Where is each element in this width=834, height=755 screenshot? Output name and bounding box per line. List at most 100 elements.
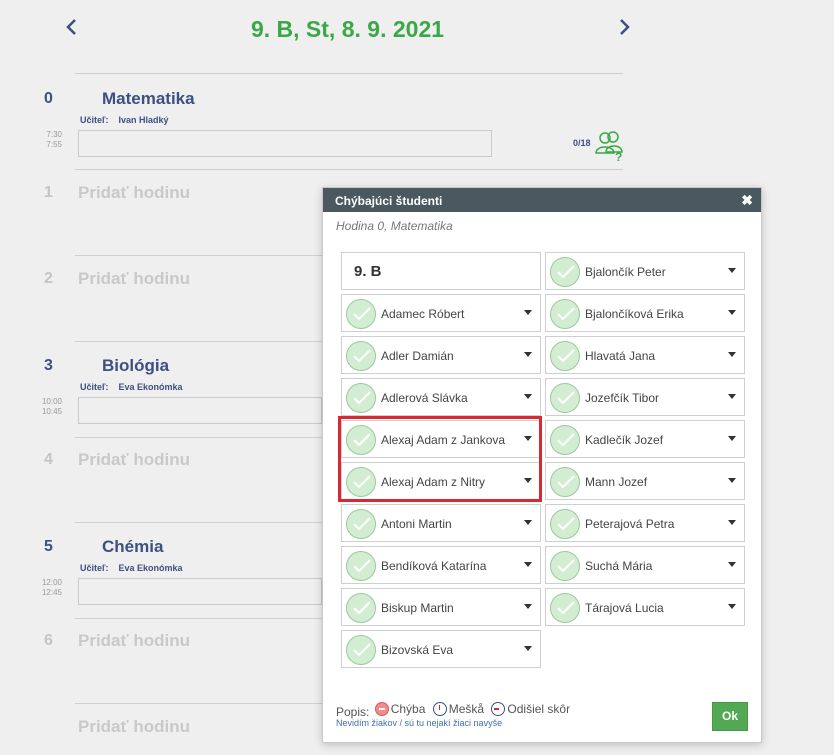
dropdown-caret-icon[interactable] — [728, 352, 736, 357]
ok-button[interactable]: Ok — [712, 702, 748, 731]
student-name: Antoni Martin — [381, 517, 452, 531]
add-lesson-link[interactable]: Pridať hodinu — [78, 183, 190, 203]
lesson-number: 0 — [44, 90, 53, 107]
present-check-icon[interactable] — [550, 551, 580, 581]
student-row[interactable]: Bizovská Eva — [341, 630, 541, 668]
add-lesson-link[interactable]: Pridať hodinu — [78, 269, 190, 289]
lesson-number: 3 — [44, 357, 53, 374]
student-row[interactable]: Hlavatá Jana — [545, 336, 745, 374]
class-name: 9. B — [354, 263, 382, 280]
lesson-number: 1 — [44, 184, 53, 201]
lesson-topic-field[interactable] — [78, 130, 492, 157]
dropdown-caret-icon[interactable] — [728, 310, 736, 315]
present-check-icon[interactable] — [346, 341, 376, 371]
present-check-icon[interactable] — [550, 593, 580, 623]
next-day-button[interactable] — [617, 18, 637, 40]
teacher-label: Učiteľ: — [80, 563, 109, 573]
lesson-time: 10:00 10:45 — [34, 397, 62, 417]
time-end: 7:55 — [46, 140, 62, 149]
time-start: 7:30 — [46, 130, 62, 139]
present-check-icon[interactable] — [346, 383, 376, 413]
lesson-subject[interactable]: Matematika — [102, 89, 195, 109]
lesson-teacher: Učiteľ: Ivan Hladký — [80, 115, 169, 125]
present-check-icon[interactable] — [550, 383, 580, 413]
student-row[interactable]: Mann Jozef — [545, 462, 745, 500]
present-check-icon[interactable] — [550, 425, 580, 455]
legend-late: Meškå — [448, 702, 485, 716]
student-row[interactable]: Peterajová Petra — [545, 504, 745, 542]
student-name: Adamec Róbert — [381, 307, 465, 321]
dropdown-caret-icon[interactable] — [524, 352, 532, 357]
lesson-number: 4 — [44, 451, 53, 468]
student-row[interactable]: Bjalončík Peter — [545, 252, 745, 290]
present-check-icon[interactable] — [550, 257, 580, 287]
lesson-time: 7:30 7:55 — [34, 130, 62, 150]
teacher-name: Eva Ekonómka — [118, 563, 183, 573]
lesson-topic-field[interactable] — [78, 578, 322, 605]
student-name: Bjalončík Peter — [585, 265, 666, 279]
teacher-name: Ivan Hladký — [118, 115, 169, 125]
student-row[interactable]: Suchá Mária — [545, 546, 745, 584]
teacher-label: Učiteľ: — [80, 115, 109, 125]
divider — [75, 522, 323, 523]
close-icon[interactable]: ✖ — [741, 192, 753, 209]
teacher-label: Učiteľ: — [80, 382, 109, 392]
present-check-icon[interactable] — [550, 467, 580, 497]
student-row[interactable]: Kadlečík Jozef — [545, 420, 745, 458]
lesson-subject[interactable]: Chémia — [102, 537, 163, 557]
dropdown-caret-icon[interactable] — [728, 478, 736, 483]
present-check-icon[interactable] — [550, 299, 580, 329]
missing-students-icon[interactable]: ? — [594, 129, 626, 164]
student-row[interactable]: Bjalončíková Erika — [545, 294, 745, 332]
divider — [75, 703, 323, 704]
dropdown-caret-icon[interactable] — [728, 268, 736, 273]
lesson-number: 6 — [44, 632, 53, 649]
legend-absent: Chýba — [390, 702, 426, 716]
dropdown-caret-icon[interactable] — [728, 604, 736, 609]
student-row[interactable]: Adamec Róbert — [341, 294, 541, 332]
svg-text:?: ? — [615, 150, 622, 163]
dropdown-caret-icon[interactable] — [524, 394, 532, 399]
present-check-icon[interactable] — [346, 551, 376, 581]
time-end: 10:45 — [41, 407, 62, 416]
present-check-icon[interactable] — [346, 593, 376, 623]
student-name: Bizovská Eva — [381, 643, 454, 657]
late-clock-icon — [432, 702, 447, 716]
present-check-icon[interactable] — [346, 635, 376, 665]
dropdown-caret-icon[interactable] — [728, 436, 736, 441]
lesson-topic-field[interactable] — [78, 397, 322, 424]
student-name: Adler Damián — [381, 349, 454, 363]
lesson-subject[interactable]: Biológia — [102, 356, 169, 376]
student-row[interactable]: Biskup Martin — [341, 588, 541, 626]
dropdown-caret-icon[interactable] — [524, 562, 532, 567]
time-start: 10:00 — [41, 397, 62, 406]
legend: Popis: Chýba Meškå Odišiel skôr — [336, 702, 572, 719]
present-check-icon[interactable] — [346, 509, 376, 539]
page-title: 9. B, St, 8. 9. 2021 — [250, 16, 445, 42]
student-row[interactable]: Jozefčík Tibor — [545, 378, 745, 416]
dialog-title: Chýbajúci študenti — [335, 194, 443, 208]
present-check-icon[interactable] — [550, 509, 580, 539]
dropdown-caret-icon[interactable] — [728, 562, 736, 567]
student-row[interactable]: Antoni Martin — [341, 504, 541, 542]
student-row[interactable]: Adler Damián — [341, 336, 541, 374]
student-row[interactable]: Adlerová Slávka — [341, 378, 541, 416]
add-lesson-link[interactable]: Pridať hodinu — [78, 450, 190, 470]
class-name-box: 9. B — [341, 252, 541, 290]
student-mismatch-link[interactable]: Nevidím žiakov / sú tu nejakí žiaci navy… — [336, 718, 502, 728]
lesson-number: 2 — [44, 270, 53, 287]
dropdown-caret-icon[interactable] — [524, 604, 532, 609]
dropdown-caret-icon[interactable] — [728, 394, 736, 399]
dropdown-caret-icon[interactable] — [524, 520, 532, 525]
divider — [75, 73, 623, 74]
present-check-icon[interactable] — [550, 341, 580, 371]
student-row[interactable]: Bendíková Katarína — [341, 546, 541, 584]
add-lesson-link[interactable]: Pridať hodinu — [78, 717, 190, 737]
student-name: Adlerová Slávka — [381, 391, 468, 405]
present-check-icon[interactable] — [346, 299, 376, 329]
dropdown-caret-icon[interactable] — [728, 520, 736, 525]
student-row[interactable]: Tárajová Lucia — [545, 588, 745, 626]
dropdown-caret-icon[interactable] — [524, 310, 532, 315]
add-lesson-link[interactable]: Pridať hodinu — [78, 631, 190, 651]
dropdown-caret-icon[interactable] — [524, 646, 532, 651]
